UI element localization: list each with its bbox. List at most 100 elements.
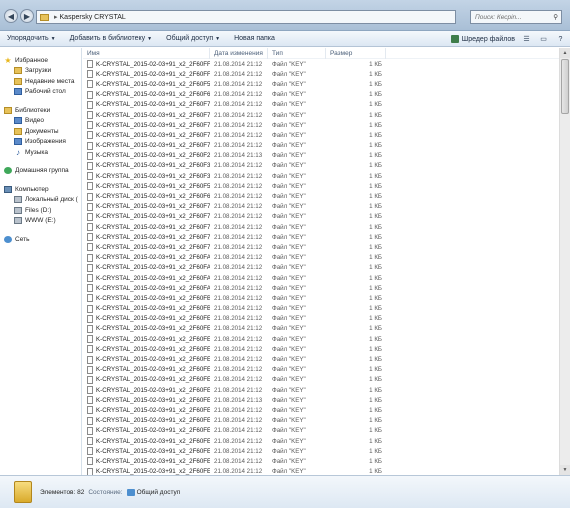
vertical-scrollbar[interactable]: ▲ ▼: [559, 48, 570, 475]
table-row[interactable]: K-CRYSTAL_2015-02-03+91_x2_2F60FF7... 21.…: [83, 59, 559, 69]
breadcrumb-current[interactable]: Kaspersky CRYSTAL: [60, 14, 126, 21]
table-row[interactable]: K-CRYSTAL_2015-02-03+91_x2_2F60FE15... 21…: [83, 385, 559, 395]
column-size[interactable]: Размер: [326, 48, 386, 59]
chevron-down-icon: ▼: [215, 35, 221, 42]
table-row[interactable]: K-CRYSTAL_2015-02-03+91_x2_2F60FE1... 21.…: [83, 314, 559, 324]
nav-recent[interactable]: Недавние места: [0, 76, 81, 87]
table-row[interactable]: K-CRYSTAL_2015-02-03+91_x2_2F60F756... 21…: [83, 242, 559, 252]
column-header: Имя Дата изменения Тип Размер: [83, 48, 559, 59]
file-icon: [87, 284, 93, 293]
nav-files-d[interactable]: Files (D:): [0, 205, 81, 216]
organize-button[interactable]: Упорядочить ▼: [0, 31, 63, 47]
back-button[interactable]: ◀: [4, 9, 18, 23]
preview-pane-button[interactable]: ▭: [538, 34, 549, 44]
column-name[interactable]: Имя: [83, 48, 210, 59]
scroll-thumb[interactable]: [561, 59, 569, 114]
table-row[interactable]: K-CRYSTAL_2015-02-03+91_x2_2F60F356... 21…: [83, 171, 559, 181]
file-icon: [87, 90, 93, 99]
table-row[interactable]: K-CRYSTAL_2015-02-03+91_x2_2F60F72... 21.…: [83, 100, 559, 110]
forward-button[interactable]: ▶: [20, 9, 34, 23]
file-type: Файл "KEY": [272, 294, 306, 302]
table-row[interactable]: K-CRYSTAL_2015-02-03+91_x2_2F60FB33... 21…: [83, 293, 559, 303]
table-row[interactable]: K-CRYSTAL_2015-02-03+91_x2_2F60FE20... 21…: [83, 436, 559, 446]
table-row[interactable]: K-CRYSTAL_2015-02-03+91_x2_2F60FE23... 21…: [83, 467, 559, 475]
table-row[interactable]: K-CRYSTAL_2015-02-03+91_x2_2F60FB4... 21.…: [83, 304, 559, 314]
table-row[interactable]: K-CRYSTAL_2015-02-03+91_x2_2F60F704... 21…: [83, 212, 559, 222]
file-name: K-CRYSTAL_2015-02-03+91_x2_2F60F355...: [96, 162, 210, 170]
table-row[interactable]: K-CRYSTAL_2015-02-03+91_x2_2F60FA6... 21.…: [83, 273, 559, 283]
file-date: 21.08.2014 21:12: [214, 121, 263, 129]
file-date: 21.08.2014 21:12: [214, 417, 263, 425]
table-row[interactable]: K-CRYSTAL_2015-02-03+91_x2_2F60F355... 21…: [83, 161, 559, 171]
address-bar[interactable]: ▸ Kaspersky CRYSTAL: [36, 10, 456, 24]
file-size: 1 КБ: [369, 345, 382, 353]
nav-images[interactable]: Изображения: [0, 137, 81, 148]
table-row[interactable]: K-CRYSTAL_2015-02-03+91_x2_2F60FE16... 21…: [83, 395, 559, 405]
table-row[interactable]: K-CRYSTAL_2015-02-03+91_x2_2F60F79... 21.…: [83, 130, 559, 140]
add-library-button[interactable]: Добавить в библиотеку ▼: [63, 31, 160, 47]
shredder-button[interactable]: Шредер файлов: [450, 35, 515, 43]
table-row[interactable]: K-CRYSTAL_2015-02-03+91_x2_2F60F79E... 21…: [83, 141, 559, 151]
file-type: Файл "KEY": [272, 254, 306, 262]
search-input[interactable]: Поиск: Кесрin... ⚲: [470, 10, 562, 24]
table-row[interactable]: K-CRYSTAL_2015-02-03+91_x2_2F60FE1F... 21…: [83, 365, 559, 375]
scroll-up-icon[interactable]: ▲: [560, 48, 570, 58]
table-row[interactable]: K-CRYSTAL_2015-02-03+91_x2_2F60FE1E... 21…: [83, 354, 559, 364]
file-name: K-CRYSTAL_2015-02-03+91_x2_2F60FB33...: [96, 294, 210, 302]
nav-documents[interactable]: Документы: [0, 126, 81, 137]
table-row[interactable]: K-CRYSTAL_2015-02-03+91_x2_2F60FE1... 21.…: [83, 334, 559, 344]
nav-video[interactable]: Видео: [0, 116, 81, 127]
table-row[interactable]: K-CRYSTAL_2015-02-03+91_x2_2F60F640... 21…: [83, 191, 559, 201]
table-row[interactable]: K-CRYSTAL_2015-02-03+91_x2_2F60F63F... 21…: [83, 90, 559, 100]
table-row[interactable]: K-CRYSTAL_2015-02-03+91_x2_2F60FE18... 21…: [83, 324, 559, 334]
table-row[interactable]: K-CRYSTAL_2015-02-03+91_x2_2F60F730... 21…: [83, 222, 559, 232]
breadcrumb-separator-icon: ▸: [54, 14, 58, 21]
nav-computer[interactable]: Компьютер: [0, 184, 81, 195]
nav-downloads[interactable]: Загрузки: [0, 66, 81, 77]
nav-local-disk[interactable]: Локальный диск (: [0, 195, 81, 206]
share-button[interactable]: Общий доступ ▼: [159, 31, 227, 47]
table-row[interactable]: K-CRYSTAL_2015-02-03+91_x2_2F60F703... 21…: [83, 202, 559, 212]
table-row[interactable]: K-CRYSTAL_2015-02-03+91_x2_2F60FE1... 21.…: [83, 375, 559, 385]
file-type: Файл "KEY": [272, 193, 306, 201]
column-date[interactable]: Дата изменения: [210, 48, 268, 59]
nav-www-e[interactable]: WWW (E:): [0, 216, 81, 227]
file-name: K-CRYSTAL_2015-02-03+91_x2_2F60F72F...: [96, 121, 210, 129]
table-row[interactable]: K-CRYSTAL_2015-02-03+91_x2_2F60FE17... 21…: [83, 405, 559, 415]
table-row[interactable]: K-CRYSTAL_2015-02-03+91_x2_2F60FA6... 21.…: [83, 263, 559, 273]
table-row[interactable]: K-CRYSTAL_2015-02-03+91_x2_2F60F285... 21…: [83, 151, 559, 161]
table-row[interactable]: K-CRYSTAL_2015-02-03+91_x2_2F60F755... 21…: [83, 232, 559, 242]
column-type[interactable]: Тип: [268, 48, 326, 59]
view-options-button[interactable]: ☰: [521, 34, 532, 44]
nav-network[interactable]: Сеть: [0, 234, 81, 245]
help-button[interactable]: ?: [555, 34, 566, 44]
table-row[interactable]: K-CRYSTAL_2015-02-03+91_x2_2F60F72E... 21…: [83, 110, 559, 120]
table-row[interactable]: K-CRYSTAL_2015-02-03+91_x2_2F60FE19... 21…: [83, 426, 559, 436]
table-row[interactable]: K-CRYSTAL_2015-02-03+91_x2_2F60FE22... 21…: [83, 456, 559, 466]
table-row[interactable]: K-CRYSTAL_2015-02-03+91_x2_2F60FA5... 21.…: [83, 253, 559, 263]
nav-label: Избранное: [15, 56, 48, 64]
table-row[interactable]: K-CRYSTAL_2015-02-03+91_x2_2F60F72F... 21…: [83, 120, 559, 130]
file-type: Файл "KEY": [272, 182, 306, 190]
file-size: 1 КБ: [369, 264, 382, 272]
search-icon[interactable]: ⚲: [553, 13, 558, 21]
table-row[interactable]: K-CRYSTAL_2015-02-03+91_x2_2F60FE1... 21.…: [83, 344, 559, 354]
file-type: Файл "KEY": [272, 213, 306, 221]
file-name-cell: K-CRYSTAL_2015-02-03+91_x2_2F60FE22...: [83, 457, 210, 466]
file-date: 21.08.2014 21:12: [214, 243, 263, 251]
nav-libraries[interactable]: Библиотеки: [0, 105, 81, 116]
table-row[interactable]: K-CRYSTAL_2015-02-03+91_x2_2F60FE21... 21…: [83, 446, 559, 456]
table-row[interactable]: K-CRYSTAL_2015-02-03+91_x2_2F60FF8... 21.…: [83, 69, 559, 79]
scroll-down-icon[interactable]: ▼: [560, 465, 570, 475]
nav-desktop[interactable]: Рабочий стол: [0, 87, 81, 98]
file-name-cell: K-CRYSTAL_2015-02-03+91_x2_2F60FB33...: [83, 294, 210, 303]
nav-favorites[interactable]: ★ Избранное: [0, 55, 81, 66]
file-type: Файл "KEY": [272, 396, 306, 404]
nav-music[interactable]: ♪ Музыка: [0, 147, 81, 158]
table-row[interactable]: K-CRYSTAL_2015-02-03+91_x2_2F60F579... 21…: [83, 181, 559, 191]
table-row[interactable]: K-CRYSTAL_2015-02-03+91_x2_2F60FA8... 21.…: [83, 283, 559, 293]
table-row[interactable]: K-CRYSTAL_2015-02-03+91_x2_2F60FE18... 21…: [83, 416, 559, 426]
table-row[interactable]: K-CRYSTAL_2015-02-03+91_x2_2F60F57... 21.…: [83, 79, 559, 89]
new-folder-button[interactable]: Новая папка: [227, 31, 282, 47]
nav-homegroup[interactable]: Домашняя группа: [0, 166, 81, 177]
